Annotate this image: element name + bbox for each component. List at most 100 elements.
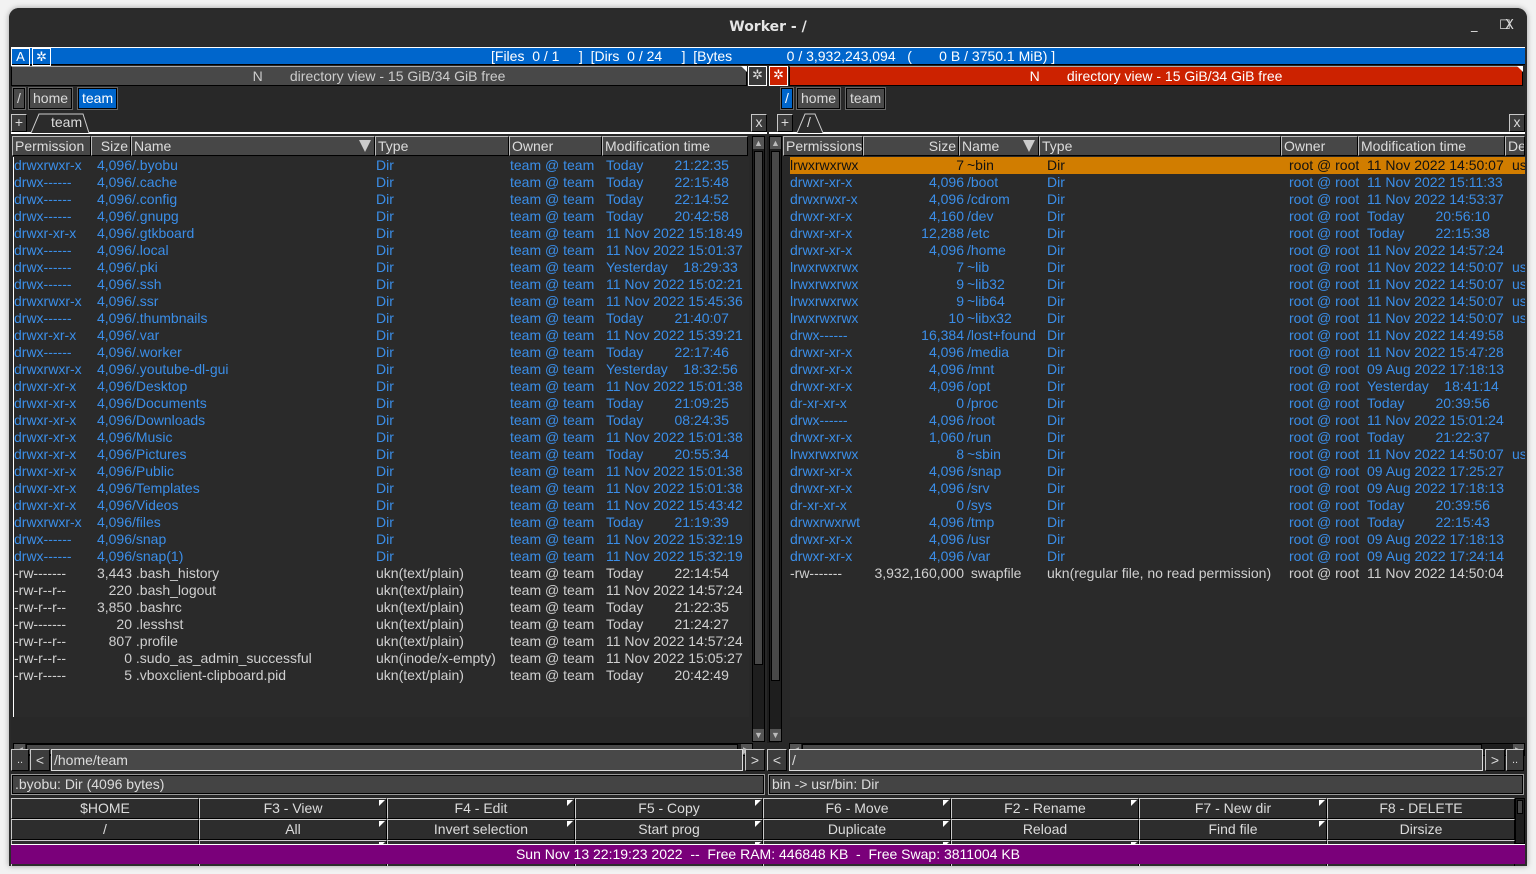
gear-icon[interactable]: ✲ [32, 48, 51, 66]
file-row[interactable]: drwxr-xr-x 4,096/media Dir root @ root 11 No… [790, 344, 1525, 361]
file-row[interactable]: drwx------ 4,096/root Dir root @ root 11 Nov… [790, 412, 1525, 429]
file-row[interactable]: drwxr-xr-x 4,096/.var Dir team @ team 11 Nov… [14, 327, 749, 344]
column-header-type[interactable]: Type [1039, 136, 1281, 156]
right-panel-gear-icon[interactable]: ✲ [769, 66, 788, 86]
scroll-down-icon[interactable]: ▼ [753, 729, 764, 741]
file-row[interactable]: drwxr-xr-x 4,096/Templates Dir team @ team 1… [14, 480, 749, 497]
button-find-file[interactable]: Find file [1139, 819, 1327, 840]
scroll-thumb[interactable] [771, 151, 780, 681]
column-header-modification-time[interactable]: Modification time [1358, 136, 1505, 156]
right-forward-button[interactable]: > [1485, 749, 1505, 771]
path-button-root[interactable]: / [12, 87, 26, 110]
close-tab-button[interactable]: x [1509, 114, 1525, 132]
column-header-name[interactable]: Name [131, 136, 375, 156]
file-row[interactable]: drwxr-xr-x 4,096/srv Dir root @ root 09 Aug … [790, 480, 1525, 497]
file-row[interactable]: drwxr-xr-x 4,096/home Dir root @ root 11 Nov… [790, 242, 1525, 259]
file-row[interactable]: drwxr-xr-x 4,096/Downloads Dir team @ team T… [14, 412, 749, 429]
file-row[interactable]: drwxrwxr-x 4,096/files Dir team @ team Today… [14, 514, 749, 531]
file-row[interactable]: drwxrwxr-x 4,096/.byobu Dir team @ team Toda… [14, 157, 749, 174]
file-row[interactable]: drwxr-xr-x 4,096/Public Dir team @ team 11 N… [14, 463, 749, 480]
close-tab-button[interactable]: x [751, 114, 767, 132]
button-bank-thumb[interactable] [1517, 800, 1523, 814]
button-reload[interactable]: Reload [951, 819, 1139, 840]
file-row[interactable]: drwxrwxr-x 4,096/.ssr Dir team @ team 11 Nov… [14, 293, 749, 310]
file-row[interactable]: drwxrwxr-x 4,096/cdrom Dir root @ root 11 No… [790, 191, 1525, 208]
column-header-owner[interactable]: Owner [1281, 136, 1358, 156]
right-file-list[interactable]: lrwxrwxrwx 7 ~bin Dir root @ root 11 Nov 2022… [790, 157, 1525, 717]
path-button-root[interactable]: / [780, 87, 794, 110]
button-f2-rename[interactable]: F2 - Rename [951, 798, 1139, 819]
file-row[interactable]: lrwxrwxrwx 7 ~bin Dir root @ root 11 Nov 2022… [790, 157, 1525, 174]
file-row[interactable]: -rw------- 20 .lesshst ukn(text/plain) team… [14, 616, 749, 633]
file-row[interactable]: drwxrwxrwt 4,096/tmp Dir root @ root Today 2… [790, 514, 1525, 531]
button-home[interactable]: $HOME [11, 798, 199, 819]
file-row[interactable]: drwx------ 4,096/.worker Dir team @ team Tod… [14, 344, 749, 361]
file-row[interactable]: lrwxrwxrwx 9 ~lib64 Dir root @ root 11 Nov 20… [790, 293, 1525, 310]
button-dirsize[interactable]: Dirsize [1327, 819, 1515, 840]
file-row[interactable]: drwxr-xr-x 4,096/boot Dir root @ root 11 Nov… [790, 174, 1525, 191]
scroll-thumb[interactable] [754, 151, 763, 665]
button-f8-delete[interactable]: F8 - DELETE [1327, 798, 1515, 819]
column-header-modification-time[interactable]: Modification time [602, 136, 748, 156]
file-row[interactable]: -rw-r--r-- 3,850 .bashrc ukn(text/plain) te… [14, 599, 749, 616]
file-row[interactable]: -rw-r--r-- 220 .bash_logout ukn(text/plain… [14, 582, 749, 599]
left-vertical-scrollbar[interactable]: ▲ ▼ [752, 136, 765, 742]
file-row[interactable]: lrwxrwxrwx 10 ~libx32 Dir root @ root 11 Nov … [790, 310, 1525, 327]
right-vertical-scrollbar[interactable]: ▲ ▼ [769, 136, 782, 742]
left-path-input[interactable] [51, 749, 743, 771]
file-row[interactable]: drwxr-xr-x 4,096/Pictures Dir team @ team To… [14, 446, 749, 463]
file-row[interactable]: drwx------ 4,096/.ssh Dir team @ team 11 Nov… [14, 276, 749, 293]
add-tab-button[interactable]: + [777, 114, 793, 132]
file-row[interactable]: drwxr-xr-x 4,096/Music Dir team @ team 11 No… [14, 429, 749, 446]
file-row[interactable]: -rw-r--r-- 0 .sudo_as_admin_successful ukn… [14, 650, 749, 667]
file-row[interactable]: drwxrwxr-x 4,096/.youtube-dl-gui Dir team @… [14, 361, 749, 378]
close-button[interactable]: X [1505, 8, 1514, 46]
file-row[interactable]: drwx------ 4,096/.gnupg Dir team @ team Toda… [14, 208, 749, 225]
file-row[interactable]: drwxr-xr-x 4,096/Videos Dir team @ team 11 N… [14, 497, 749, 514]
file-row[interactable]: dr-xr-xr-x 0/sys Dir root @ root Today 20:39… [790, 497, 1525, 514]
button-f7-new-dir[interactable]: F7 - New dir [1139, 798, 1327, 819]
file-row[interactable]: drwx------ 4,096/snap Dir team @ team 11 Nov… [14, 531, 749, 548]
file-row[interactable]: drwxr-xr-x 4,096/usr Dir root @ root 09 Aug … [790, 531, 1525, 548]
scroll-up-icon[interactable]: ▲ [753, 137, 764, 149]
right-panel-header[interactable]: N directory view - 15 GiB/34 GiB free [789, 66, 1523, 86]
path-button-home[interactable]: home [795, 87, 842, 110]
column-header-size[interactable]: Size [863, 136, 959, 156]
right-parent-dir-button[interactable]: .. [1506, 749, 1524, 771]
left-file-list[interactable]: drwxrwxr-x 4,096/.byobu Dir team @ team Toda… [13, 157, 749, 717]
file-row[interactable]: drwx------ 16,384/lost+found Dir root @ roo… [790, 327, 1525, 344]
minimize-button[interactable]: _ [1471, 8, 1478, 46]
left-forward-button[interactable]: > [745, 749, 765, 771]
button-bank-scrollbar[interactable] [1515, 798, 1525, 844]
file-row[interactable]: drwxr-xr-x 4,096/snap Dir root @ root 09 Aug… [790, 463, 1525, 480]
file-row[interactable]: drwxr-xr-x 4,160/dev Dir root @ root Today 2… [790, 208, 1525, 225]
button-f3-view[interactable]: F3 - View [199, 798, 387, 819]
right-back-button[interactable]: < [767, 749, 787, 771]
path-button-home[interactable]: home [27, 87, 74, 110]
column-header-name[interactable]: Name [959, 136, 1039, 156]
file-row[interactable]: drwx------ 4,096/.pki Dir team @ team Yester… [14, 259, 749, 276]
file-row[interactable]: -rw-r--r-- 807 .profile ukn(text/plain) tea… [14, 633, 749, 650]
button-start-prog[interactable]: Start prog [575, 819, 763, 840]
button-f6-move[interactable]: F6 - Move [763, 798, 951, 819]
file-row[interactable]: lrwxrwxrwx 9 ~lib32 Dir root @ root 11 Nov 20… [790, 276, 1525, 293]
column-header-destination[interactable]: Des [1505, 136, 1525, 156]
button-invert-selection[interactable]: Invert selection [387, 819, 575, 840]
path-button-team[interactable]: team [844, 87, 887, 110]
file-row[interactable]: drwxr-xr-x 4,096/Desktop Dir team @ team 11 … [14, 378, 749, 395]
file-row[interactable]: lrwxrwxrwx 7 ~lib Dir root @ root 11 Nov 2022… [790, 259, 1525, 276]
scroll-up-icon[interactable]: ▲ [770, 137, 781, 149]
tab-root[interactable]: / [795, 113, 825, 133]
left-panel-gear-icon[interactable]: ✲ [748, 66, 767, 86]
column-header-type[interactable]: Type [375, 136, 509, 156]
file-row[interactable]: drwx------ 4,096/.thumbnails Dir team @ tea… [14, 310, 749, 327]
file-row[interactable]: drwx------ 4,096/.local Dir team @ team 11 N… [14, 242, 749, 259]
file-row[interactable]: drwx------ 4,096/.config Dir team @ team Tod… [14, 191, 749, 208]
left-panel-header[interactable]: N directory view - 15 GiB/34 GiB free [11, 66, 747, 86]
file-row[interactable]: -rw------- 3,443 .bash_history ukn(text/pl… [14, 565, 749, 582]
file-row[interactable]: drwxr-xr-x 1,060/run Dir root @ root Today 2… [790, 429, 1525, 446]
file-row[interactable]: drwxr-xr-x 12,288/etc Dir root @ root Today … [790, 225, 1525, 242]
file-row[interactable]: drwxr-xr-x 4,096/Documents Dir team @ team T… [14, 395, 749, 412]
button-f4-edit[interactable]: F4 - Edit [387, 798, 575, 819]
file-row[interactable]: dr-xr-xr-x 0/proc Dir root @ root Today 20:3… [790, 395, 1525, 412]
